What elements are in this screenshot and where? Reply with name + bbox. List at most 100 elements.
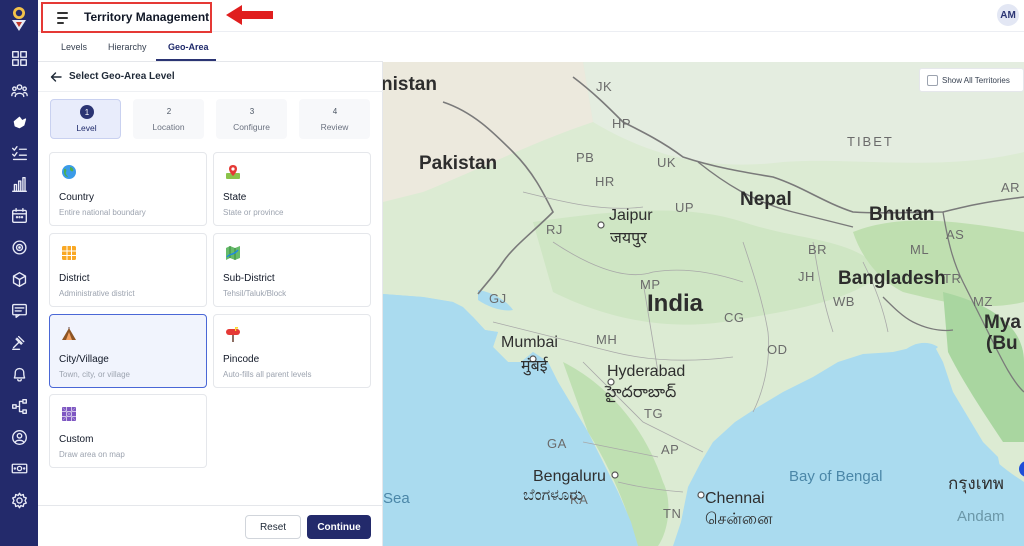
level-subtitle: Auto-fills all parent levels (223, 370, 312, 379)
level-title: District (59, 273, 90, 284)
step-level[interactable]: 1 Level (50, 99, 121, 139)
gavel-icon[interactable] (9, 332, 29, 352)
map-label-state: OD (767, 342, 788, 357)
show-all-checkbox[interactable] (927, 75, 938, 86)
map-base-layer (383, 62, 1024, 546)
map-label-state: WB (833, 294, 855, 309)
map-label-state: CG (724, 310, 745, 325)
panel-footer: Reset Continue (38, 505, 383, 546)
map-label-state: HR (595, 174, 615, 189)
tab-hierarchy[interactable]: Hierarchy (108, 42, 147, 52)
map-view[interactable]: nistan Pakistan Nepal Bhutan Bangladesh … (383, 62, 1024, 546)
map-label-state: TG (644, 406, 664, 421)
map-label-city: Jaipur (609, 207, 653, 224)
step-review[interactable]: 4 Review (299, 99, 370, 139)
territory-icon[interactable] (9, 112, 29, 132)
map-label-city: சென்னை (705, 511, 773, 528)
map-label-state: GA (547, 436, 567, 451)
user-avatar[interactable]: AM (997, 4, 1019, 26)
continue-button[interactable]: Continue (307, 515, 371, 539)
tab-geo-area[interactable]: Geo-Area (168, 42, 209, 52)
level-title: Custom (59, 434, 94, 445)
step-location[interactable]: 2 Location (133, 99, 204, 139)
map-label-state: PB (576, 150, 595, 165)
step-number: 4 (332, 106, 338, 116)
map-label-state: TR (943, 271, 962, 286)
map-pin-icon (226, 165, 240, 179)
map-label-country: Pakistan (419, 153, 498, 174)
bar-chart-icon[interactable] (9, 174, 29, 194)
user-settings-icon[interactable] (9, 427, 29, 447)
message-icon[interactable] (9, 300, 29, 320)
map-label-country: nistan (383, 74, 437, 95)
mailbox-icon (226, 327, 240, 342)
back-arrow-icon[interactable] (50, 71, 62, 83)
map-label-water: Bay of Bengal (789, 468, 883, 485)
step-configure[interactable]: 3 Configure (216, 99, 287, 139)
tab-levels[interactable]: Levels (61, 42, 87, 52)
map-label-country: (Bu (986, 333, 1018, 354)
map-label-water: Sea (383, 490, 410, 507)
map-label-region: TIBET (847, 134, 894, 149)
show-all-territories-toggle[interactable]: Show All Territories (919, 68, 1024, 92)
map-label-country: Bangladesh (838, 268, 946, 289)
users-icon[interactable] (9, 80, 29, 100)
step-label: Configure (233, 122, 270, 132)
active-tab-underline (156, 59, 216, 61)
calendar-icon[interactable] (9, 205, 29, 225)
task-list-icon[interactable] (9, 143, 29, 163)
level-subtitle: Administrative district (59, 289, 135, 298)
map-label-city: Mumbai (501, 334, 558, 351)
panel-title: Select Geo-Area Level (69, 71, 175, 82)
map-label-city: मुंबई (521, 358, 548, 375)
map-label-city: जयपुर (610, 230, 647, 247)
level-card-city-village[interactable]: City/Village Town, city, or village (49, 314, 207, 388)
step-label: Review (320, 122, 349, 132)
package-icon[interactable] (9, 269, 29, 289)
gear-icon[interactable] (9, 490, 29, 510)
level-card-sub-district[interactable]: Sub-District Tehsil/Taluk/Block (213, 233, 371, 307)
money-icon[interactable] (9, 458, 29, 478)
level-card-country[interactable]: Country Entire national boundary (49, 152, 207, 226)
level-card-custom[interactable]: Custom Draw area on map (49, 394, 207, 468)
map-label-state: GJ (489, 291, 507, 306)
map-label-state: RJ (546, 222, 563, 237)
map-label-state: AR (1001, 180, 1021, 195)
red-arrow-annotation-icon (226, 5, 273, 25)
map-label-island: Andam (957, 508, 1005, 525)
level-card-state[interactable]: State State or province (213, 152, 371, 226)
level-subtitle: Draw area on map (59, 450, 125, 459)
map-label-city: Hyderabad (607, 363, 686, 380)
map-label-city: హైదరాబాద్ (605, 384, 677, 401)
bell-icon[interactable] (9, 364, 29, 384)
level-title: Pincode (223, 354, 260, 365)
step-number: 1 (80, 105, 94, 119)
map-label-country: Bhutan (869, 204, 935, 225)
hamburger-menu-icon[interactable] (52, 11, 76, 25)
level-title: State (223, 192, 247, 203)
step-label: Level (76, 123, 97, 133)
territory-tabs: Levels Hierarchy Geo-Area (38, 34, 383, 62)
map-label-state: UK (657, 155, 677, 170)
reset-button[interactable]: Reset (245, 515, 301, 539)
map-label-state: AS (946, 227, 965, 242)
geo-area-panel: Select Geo-Area Level 1 Level 2 Location… (38, 62, 383, 546)
map-label-state: JH (798, 269, 815, 284)
stepper: 1 Level 2 Location 3 Configure 4 Review (50, 99, 372, 139)
hierarchy-icon[interactable] (9, 396, 29, 416)
level-title: City/Village (59, 354, 109, 365)
map-label-country: India (647, 290, 704, 317)
map-label-state: UP (675, 200, 695, 215)
map-label-state: MP (640, 277, 661, 292)
step-number: 3 (249, 106, 255, 116)
level-card-pincode[interactable]: Pincode Auto-fills all parent levels (213, 314, 371, 388)
target-icon[interactable] (9, 237, 29, 257)
level-card-district[interactable]: District Administrative district (49, 233, 207, 307)
level-title: Country (59, 192, 95, 203)
map-label-state: JK (596, 79, 613, 94)
map-label-state: BR (808, 242, 828, 257)
dashboard-icon[interactable] (9, 48, 29, 68)
app-logo-icon[interactable] (7, 5, 31, 33)
page-title: Territory Management (84, 10, 210, 24)
map-label-state: MZ (973, 294, 993, 309)
